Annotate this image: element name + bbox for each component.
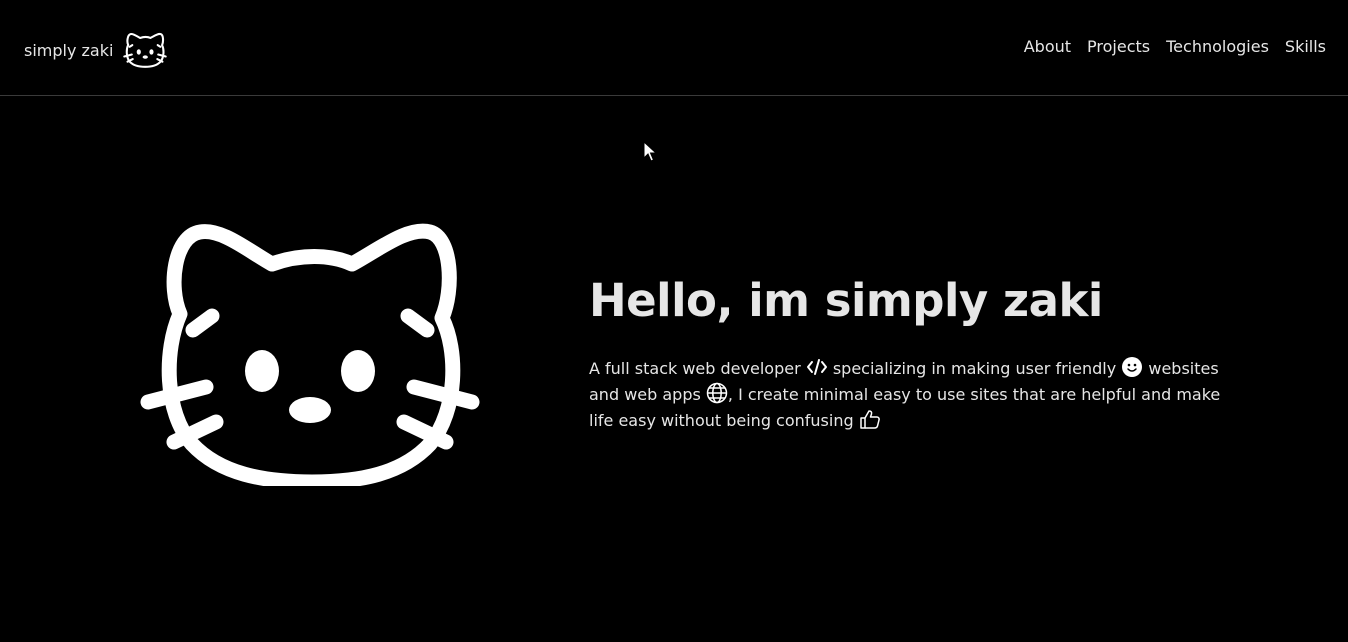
thumbs-up-icon: [859, 410, 880, 429]
smiley-icon: [1122, 357, 1143, 377]
nav-skills[interactable]: Skills: [1285, 37, 1326, 56]
desc-part-1: A full stack web developer: [589, 359, 801, 378]
brand-name: simply zaki: [24, 40, 114, 60]
nav-about[interactable]: About: [1024, 37, 1071, 56]
desc-part-2: specializing in making user friendly: [832, 359, 1117, 378]
top-navbar: simply zaki About Projects Technologies …: [0, 0, 1348, 96]
cat-face-icon: [123, 32, 168, 68]
mouse-cursor-icon: [643, 141, 657, 162]
nav-technologies[interactable]: Technologies: [1166, 37, 1269, 56]
hero-description: A full stack web developer specializing …: [589, 356, 1239, 434]
cat-face-icon: [140, 223, 480, 486]
main-nav: About Projects Technologies Skills: [1024, 37, 1326, 56]
hero-text: Hello, im simply zaki A full stack web d…: [589, 270, 1239, 434]
globe-icon: [706, 382, 728, 404]
hero-title: Hello, im simply zaki: [589, 274, 1103, 327]
brand-link[interactable]: simply zaki: [24, 30, 168, 70]
code-icon: [806, 359, 827, 375]
nav-projects[interactable]: Projects: [1087, 37, 1150, 56]
